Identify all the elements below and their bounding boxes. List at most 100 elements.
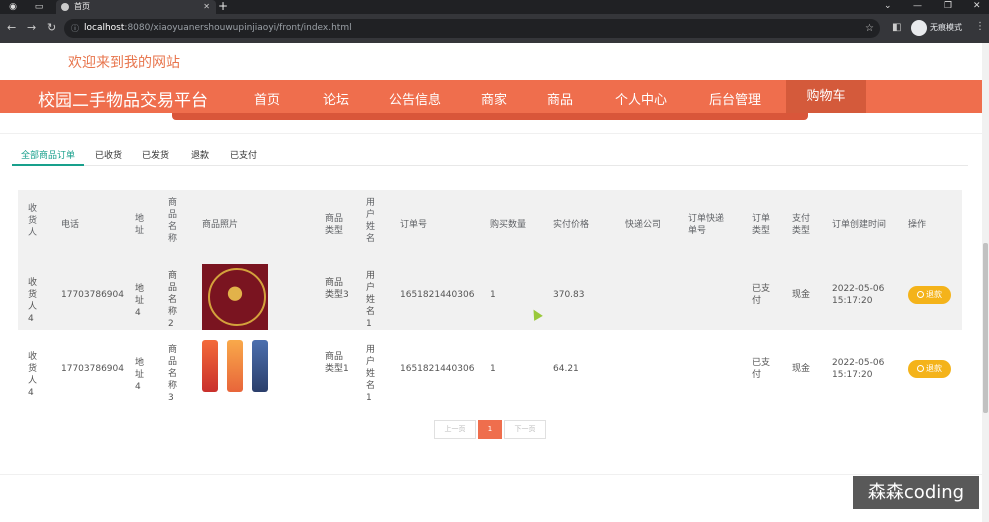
url-path: :8080/xiaoyuanershouwupinjiaoyi/front/in… xyxy=(124,23,352,33)
forward-icon[interactable]: → xyxy=(27,21,36,34)
header-cell: 快递公司 xyxy=(625,220,662,230)
minimize-icon[interactable]: — xyxy=(913,0,922,12)
product-photo-gold xyxy=(202,264,268,330)
qty-cell: 1 xyxy=(490,364,496,374)
header-cell: 用户姓名 xyxy=(366,198,376,244)
close-window-icon[interactable]: ✕ xyxy=(973,0,981,12)
welcome-text: 欢迎来到我的网站 xyxy=(68,55,180,71)
address-bar-row: ← → ↻ ⓘ localhost:8080/xiaoyuanershouwup… xyxy=(0,14,989,43)
pay-type-cell: 现金 xyxy=(792,290,811,300)
order-no-cell: 1651821440306 xyxy=(400,364,475,374)
type-cell: 商品类型1 xyxy=(325,352,349,374)
refund-icon xyxy=(917,291,924,298)
qty-cell: 1 xyxy=(490,290,496,300)
chevron-down-icon[interactable]: ⌄ xyxy=(884,0,892,12)
table-row: 收货人4 17703786904 地址4 商品名称3 商品类型1 用户姓名1 1… xyxy=(18,330,962,410)
nav-forum[interactable]: 论坛 xyxy=(323,89,349,108)
header-cell: 支付类型 xyxy=(792,214,811,236)
header-cell: 操作 xyxy=(908,220,927,230)
watermark: 森森coding xyxy=(853,476,979,509)
type-cell: 商品类型3 xyxy=(325,278,349,300)
nav-announcements[interactable]: 公告信息 xyxy=(389,89,441,108)
browser-tab-title: 首页 xyxy=(74,2,90,11)
reload-icon[interactable]: ↻ xyxy=(47,21,56,34)
navbar-shadow xyxy=(172,113,808,120)
back-icon[interactable]: ← xyxy=(7,21,16,34)
pay-type-cell: 现金 xyxy=(792,364,811,374)
tab-list-icon[interactable]: ▭ xyxy=(32,1,46,13)
divider xyxy=(0,133,982,134)
new-tab-icon[interactable]: + xyxy=(218,0,228,13)
menu-icon[interactable]: ⋮ xyxy=(975,21,985,32)
active-tab-indicator xyxy=(12,164,84,166)
phone-cell: 17703786904 xyxy=(61,290,124,300)
info-icon[interactable]: ⓘ xyxy=(71,19,79,38)
header-cell: 订单类型 xyxy=(752,214,771,236)
next-page-button[interactable]: 下一页 xyxy=(504,420,546,439)
refund-button[interactable]: 退款 xyxy=(908,286,951,304)
tab-refund[interactable]: 退款 xyxy=(191,148,209,161)
star-icon[interactable]: ☆ xyxy=(865,19,874,38)
address-cell: 地址4 xyxy=(135,284,145,318)
header-cell: 订单快递单号 xyxy=(688,214,725,236)
nav-cart[interactable]: 购物车 xyxy=(786,80,866,113)
order-type-cell: 已支付 xyxy=(752,358,771,380)
refund-label: 退款 xyxy=(926,290,942,299)
nav-merchants[interactable]: 商家 xyxy=(481,89,507,108)
browser-tab[interactable]: 首页 ✕ xyxy=(56,0,216,14)
refund-icon xyxy=(917,365,924,372)
brand-title: 校园二手物品交易平台 xyxy=(38,91,208,111)
receiver-cell: 收货人4 xyxy=(28,352,38,398)
phone-orange xyxy=(227,340,243,392)
order-no-cell: 1651821440306 xyxy=(400,290,475,300)
browser-tab-strip: ◉ ▭ 首页 ✕ + ⌄ — ❐ ✕ xyxy=(0,0,989,14)
price-cell: 370.83 xyxy=(553,290,585,300)
header-cell: 订单号 xyxy=(400,220,428,230)
url-host: localhost xyxy=(84,23,125,33)
chrome-logo-icon[interactable]: ◉ xyxy=(6,1,20,13)
receiver-cell: 收货人4 xyxy=(28,278,38,324)
phone-cell: 17703786904 xyxy=(61,364,124,374)
nav-profile[interactable]: 个人中心 xyxy=(615,89,667,108)
side-panel-icon[interactable]: ◧ xyxy=(892,22,901,33)
address-cell: 地址4 xyxy=(135,358,145,392)
order-type-cell: 已支付 xyxy=(752,284,771,306)
close-tab-icon[interactable]: ✕ xyxy=(203,0,210,14)
url-field[interactable]: ⓘ localhost:8080/xiaoyuanershouwupinjiao… xyxy=(64,19,880,38)
phone-red xyxy=(202,340,218,392)
refund-button[interactable]: 退款 xyxy=(908,360,951,378)
created-cell: 2022-05-06 15:17:20 xyxy=(832,284,885,306)
header-cell: 实付价格 xyxy=(553,220,590,230)
order-tabs: 全部商品订单 已收货 已发货 退款 已支付 xyxy=(12,144,968,166)
restore-icon[interactable]: ❐ xyxy=(944,0,952,12)
table-header-row: 收货人 电话 地址 商品名称 商品照片 商品类型 用户姓名 订单号 购买数量 实… xyxy=(18,190,962,260)
product-photo-phones xyxy=(202,336,268,402)
page-scrollbar[interactable] xyxy=(982,43,989,522)
header-cell: 购买数量 xyxy=(490,220,527,230)
page: 欢迎来到我的网站 校园二手物品交易平台 首页 论坛 公告信息 商家 商品 个人中… xyxy=(0,43,982,522)
nav-admin[interactable]: 后台管理 xyxy=(709,89,761,108)
tab-all-orders[interactable]: 全部商品订单 xyxy=(21,148,75,161)
header-cell: 收货人 xyxy=(28,204,38,238)
page-1-button[interactable]: 1 xyxy=(478,420,502,439)
created-cell: 2022-05-06 15:17:20 xyxy=(832,358,885,380)
divider xyxy=(0,474,982,475)
incognito-icon[interactable] xyxy=(911,20,927,36)
tab-shipped[interactable]: 已发货 xyxy=(142,148,169,161)
scrollbar-thumb[interactable] xyxy=(983,243,988,413)
header-cell: 地址 xyxy=(135,214,145,236)
header-cell: 电话 xyxy=(61,220,80,230)
user-cell: 用户姓名1 xyxy=(366,271,376,329)
tab-received[interactable]: 已收货 xyxy=(95,148,122,161)
header-cell: 商品名称 xyxy=(168,198,178,244)
nav-products[interactable]: 商品 xyxy=(547,89,573,108)
phone-blue xyxy=(252,340,268,392)
header-cell: 商品照片 xyxy=(202,220,239,230)
nav-home[interactable]: 首页 xyxy=(254,89,280,108)
main-navbar: 校园二手物品交易平台 首页 论坛 公告信息 商家 商品 个人中心 后台管理 购物… xyxy=(0,80,982,113)
table-row: 收货人4 17703786904 地址4 商品名称2 商品类型3 用户姓名1 1… xyxy=(18,260,962,330)
globe-icon xyxy=(61,3,69,11)
tab-paid[interactable]: 已支付 xyxy=(230,148,257,161)
product-cell: 商品名称2 xyxy=(168,271,178,329)
prev-page-button[interactable]: 上一页 xyxy=(434,420,476,439)
